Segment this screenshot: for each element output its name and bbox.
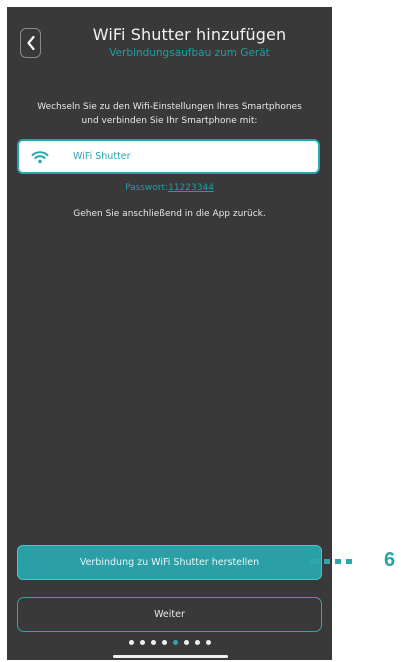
- password-line: Passwort:11223344: [7, 183, 332, 193]
- page-subtitle: Verbindungsaufbau zum Gerät: [109, 47, 270, 59]
- wifi-network-name: WiFi Shutter: [73, 151, 131, 162]
- callout-marker: 6: [310, 549, 395, 571]
- back-button[interactable]: [20, 28, 41, 58]
- chevron-left-icon: [26, 35, 35, 51]
- wifi-icon: [31, 150, 49, 164]
- instruction-line-1: Wechseln Sie zu den Wifi-Einstellungen I…: [37, 102, 302, 112]
- page-dot[interactable]: [194, 640, 200, 645]
- header: WiFi Shutter hinzufügen Verbindungsaufba…: [7, 7, 332, 75]
- password-value[interactable]: 11223344: [168, 183, 214, 193]
- connect-button[interactable]: Verbindung zu WiFi Shutter herstellen: [17, 545, 322, 580]
- page-dot[interactable]: [172, 640, 178, 645]
- next-button[interactable]: Weiter: [17, 597, 322, 632]
- page-dot[interactable]: [205, 640, 211, 645]
- home-indicator[interactable]: [113, 655, 228, 658]
- instruction-line-2: und verbinden Sie Ihr Smartphone mit:: [81, 116, 258, 126]
- password-label: Passwort:: [125, 183, 169, 193]
- page-dot[interactable]: [161, 640, 167, 645]
- page-indicator: [7, 640, 332, 645]
- return-instruction: Gehen Sie anschließend in die App zurück…: [73, 209, 266, 219]
- page-dot[interactable]: [183, 640, 189, 645]
- page-dot[interactable]: [150, 640, 156, 645]
- app-screen: WiFi Shutter hinzufügen Verbindungsaufba…: [7, 7, 332, 660]
- wifi-network-item[interactable]: WiFi Shutter: [17, 139, 320, 174]
- instruction-text: Wechseln Sie zu den Wifi-Einstellungen I…: [13, 100, 326, 128]
- callout-leader-dots: [310, 558, 352, 564]
- page-title: WiFi Shutter hinzufügen: [92, 25, 287, 44]
- page-dot[interactable]: [139, 640, 145, 645]
- page-dot[interactable]: [128, 640, 134, 645]
- callout-number: 6: [384, 549, 396, 571]
